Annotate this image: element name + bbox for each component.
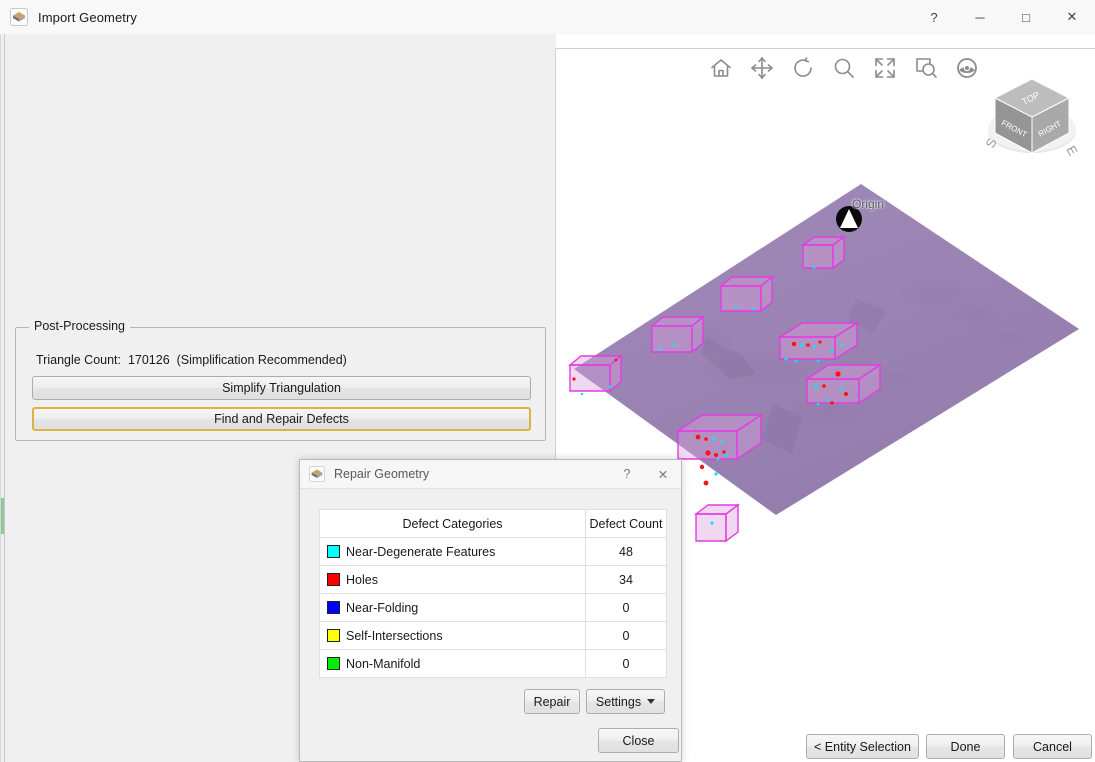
defect-count-cell: 0 [585,593,667,622]
done-button[interactable]: Done [926,734,1005,759]
color-swatch-icon [327,656,340,670]
box-8 [693,503,741,543]
box-1 [800,235,847,270]
defect-category-cell: Self-Intersections [319,621,586,650]
defect-category-cell: Holes [319,565,586,594]
geometry-import-icon [10,8,28,26]
zoom-icon[interactable] [829,53,859,83]
color-swatch-icon [327,628,340,642]
repair-help-button[interactable]: ? [609,460,645,489]
triangle-count-label: Triangle Count: 170126 (Simplification R… [36,353,347,367]
table-header-row: Defect Categories Defect Count [319,509,667,538]
chevron-down-icon [647,699,656,704]
repair-button[interactable]: Repair [524,689,580,714]
fit-to-window-icon[interactable] [870,53,900,83]
defect-count-cell: 0 [585,649,667,678]
panel-edge-line-outer [0,34,1,762]
box-2 [719,275,774,313]
defect-category-label: Self-Intersections [346,628,443,643]
home-icon[interactable] [706,53,736,83]
repair-dialog-controls: ? ✕ [609,460,681,489]
table-row[interactable]: Holes 34 [319,565,667,594]
defect-count-header: Defect Count [585,509,667,538]
pan-icon[interactable] [747,53,777,83]
defect-category-cell: Near-Folding [319,593,586,622]
defect-count-cell: 34 [585,565,667,594]
maximize-button[interactable]: □ [1003,0,1049,34]
defect-table: Defect Categories Defect Count Near-Dege… [319,509,667,678]
settings-button[interactable]: Settings [586,689,665,714]
minimize-button[interactable]: ─ [957,0,1003,34]
color-swatch-icon [327,600,340,614]
repair-geometry-dialog: Repair Geometry ? ✕ Defect Categories De… [299,459,682,762]
defect-table-body: Near-Degenerate Features 48 Holes 34 Near-Fo… [319,537,667,678]
defect-category-cell: Non-Manifold [319,649,586,678]
zoom-to-box-icon[interactable] [911,53,941,83]
rotate-icon[interactable] [788,53,818,83]
defect-categories-header: Defect Categories [319,509,586,538]
defect-category-label: Non-Manifold [346,656,421,671]
box-3 [650,315,705,354]
table-row[interactable]: Near-Folding 0 [319,593,667,622]
panel-edge-line [4,34,5,762]
help-button[interactable]: ? [911,0,957,34]
view-cube[interactable]: S E TOP FRONT RIGHT [977,69,1087,174]
color-swatch-icon [327,572,340,586]
defect-category-cell: Near-Degenerate Features [319,537,586,566]
settings-button-label: Settings [595,694,642,709]
defect-category-label: Holes [346,572,378,587]
defect-category-label: Near-Folding [346,600,419,615]
defect-count-cell: 48 [585,537,667,566]
box-4 [568,354,623,393]
post-processing-group: Post-Processing Triangle Count: 170126 (… [15,319,546,441]
entity-selection-button[interactable]: < Entity Selection [806,734,919,759]
table-row[interactable]: Near-Degenerate Features 48 [319,537,667,566]
table-row[interactable]: Self-Intersections 0 [319,621,667,650]
close-button[interactable]: ✕ [1049,0,1095,34]
window-controls: ? ─ □ ✕ [911,0,1095,34]
color-swatch-icon [327,544,340,558]
post-processing-legend: Post-Processing [29,319,131,333]
geometry-import-icon [309,466,325,482]
find-and-repair-defects-button[interactable]: Find and Repair Defects [32,407,531,431]
compass-east-label: E [1063,143,1080,158]
defect-count-cell: 0 [585,621,667,650]
window-titlebar: Import Geometry ? ─ □ ✕ [0,0,1095,34]
window-title: Import Geometry [38,9,138,25]
table-row[interactable]: Non-Manifold 0 [319,649,667,678]
panel-scroll-indicator[interactable] [1,498,4,534]
repair-close-icon[interactable]: ✕ [645,460,681,489]
viewport-toolbar [706,53,982,83]
close-dialog-button[interactable]: Close [598,728,679,753]
repair-dialog-title: Repair Geometry [334,467,430,481]
cancel-button[interactable]: Cancel [1013,734,1092,759]
repair-dialog-titlebar: Repair Geometry ? ✕ [300,460,681,489]
origin-marker [836,206,862,232]
defect-category-label: Near-Degenerate Features [346,544,496,559]
simplify-triangulation-button[interactable]: Simplify Triangulation [32,376,531,400]
